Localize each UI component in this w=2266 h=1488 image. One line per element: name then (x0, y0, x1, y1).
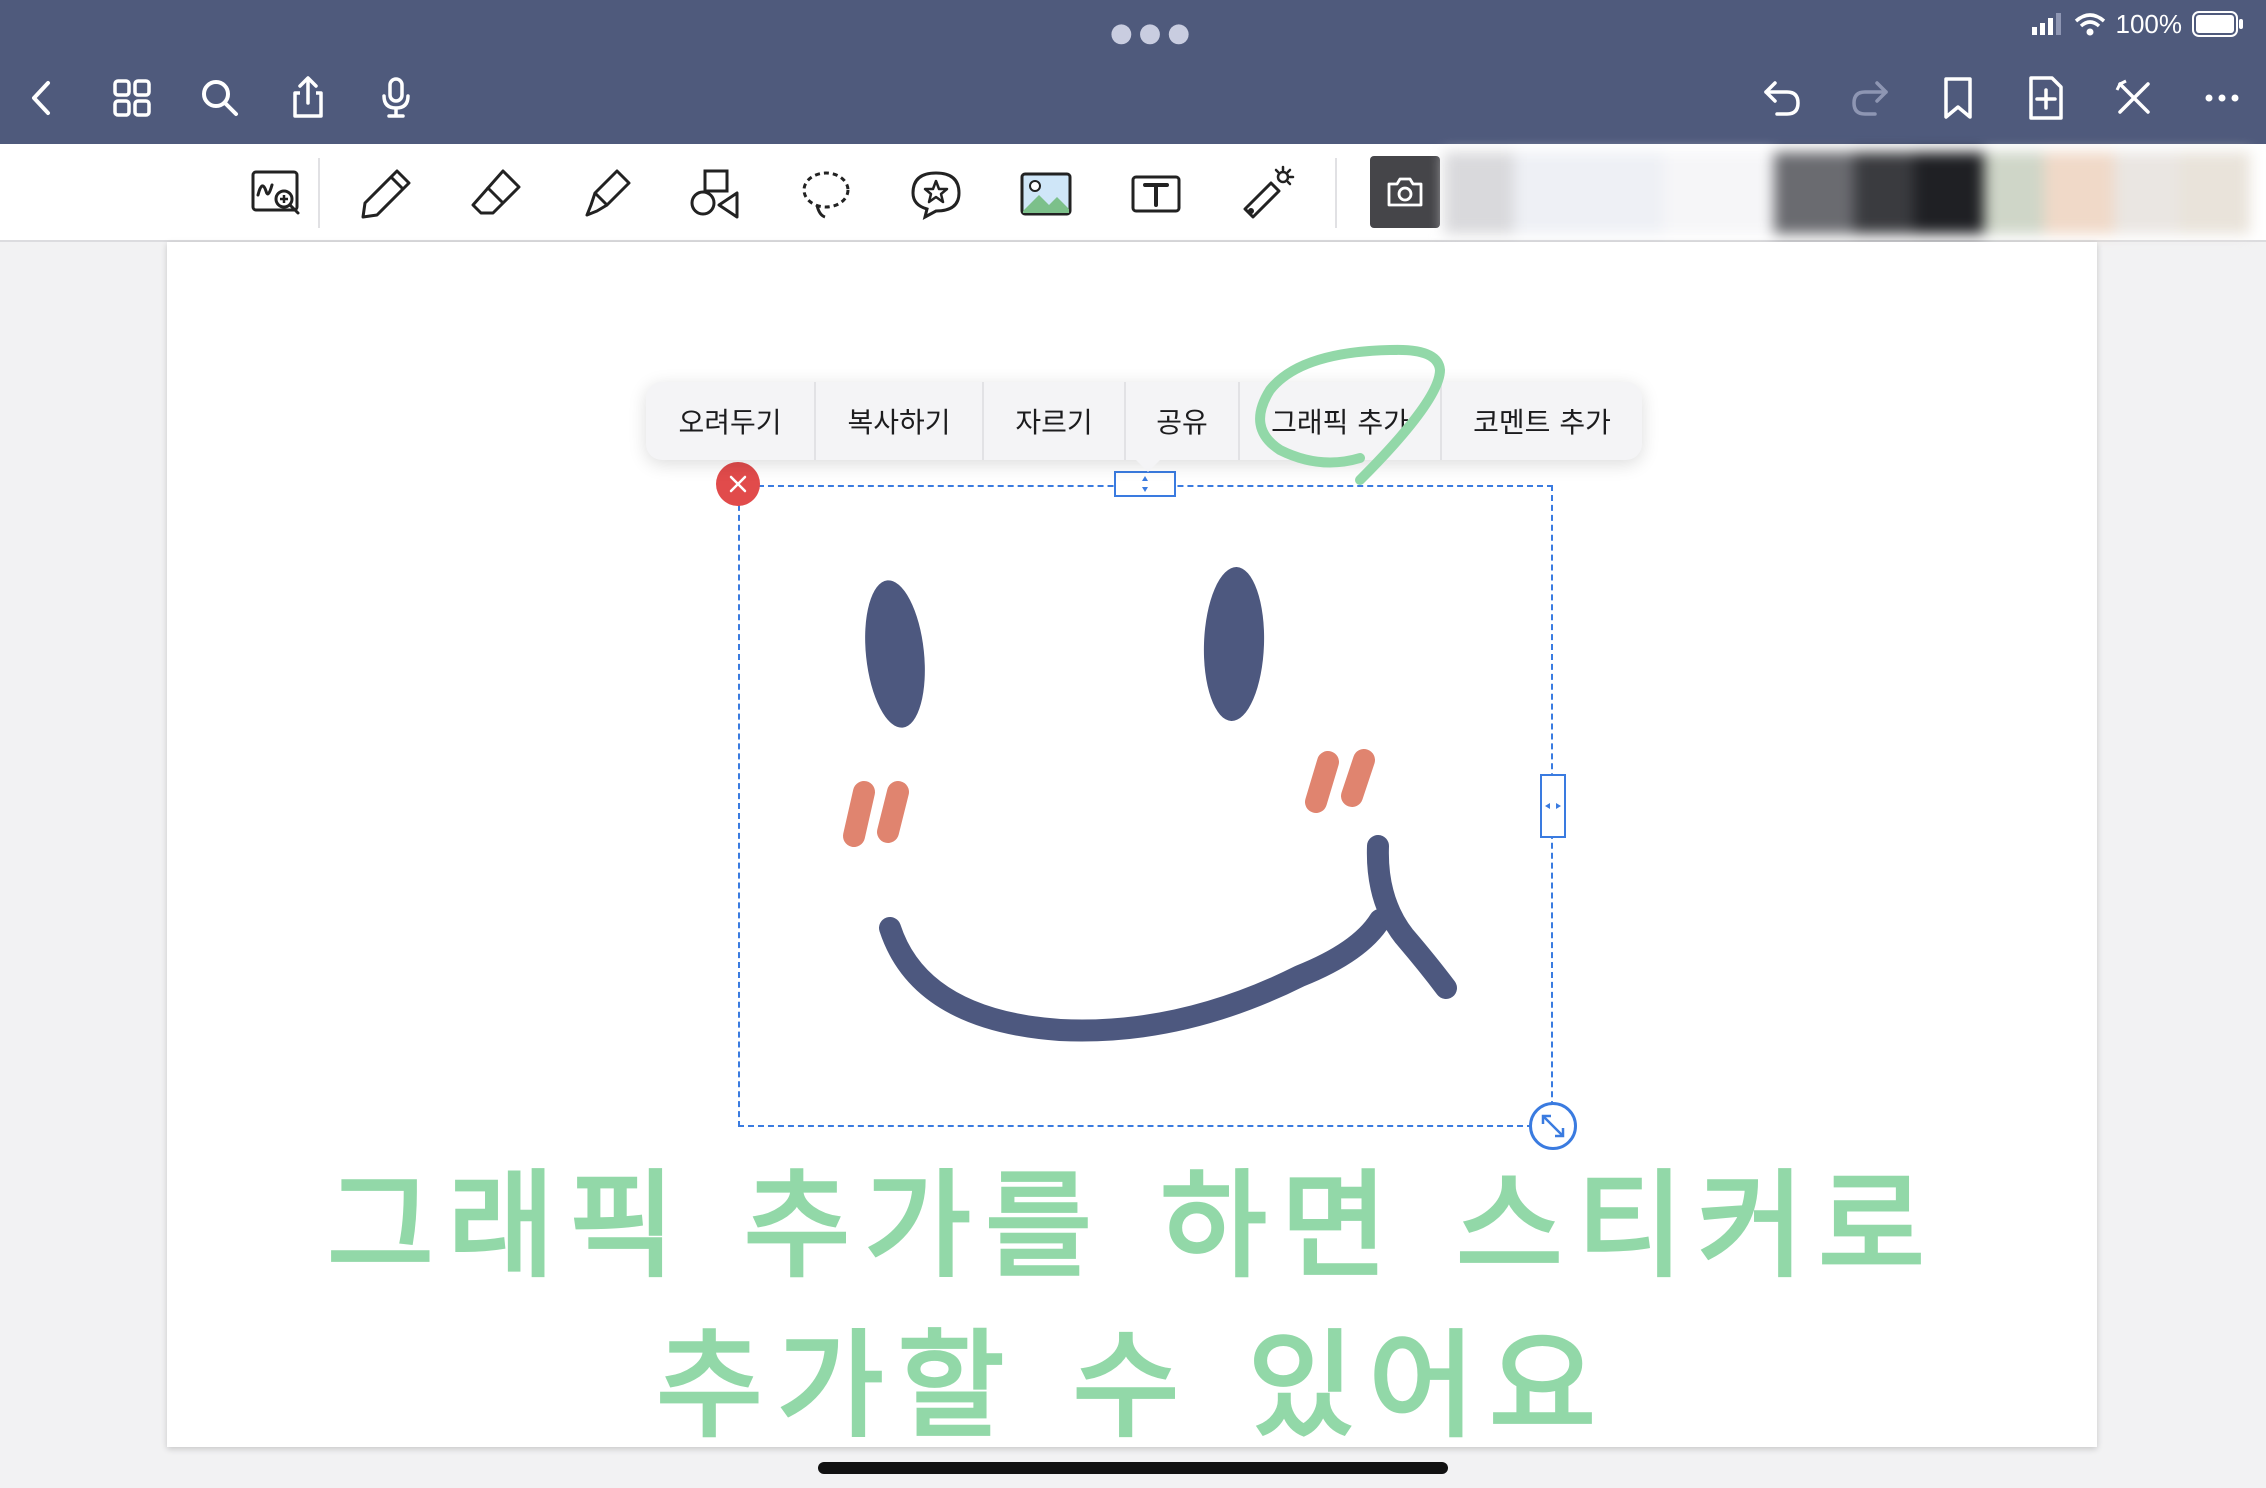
close-edit-icon (2115, 79, 2150, 114)
highlighter-icon (585, 169, 631, 217)
shapes-tool[interactable] (680, 158, 752, 230)
lasso-tool[interactable] (790, 158, 862, 230)
camera-icon (1387, 177, 1423, 207)
thumbnails-button[interactable] (100, 66, 164, 130)
right-eye (1203, 567, 1265, 721)
redo-icon (1852, 81, 1888, 116)
record-button[interactable] (364, 66, 428, 130)
sticker-icon (911, 171, 961, 220)
context-menu-pointer (1132, 456, 1164, 472)
share-icon (293, 76, 323, 118)
close-icon (729, 475, 747, 493)
edit-mode-button[interactable] (2102, 66, 2166, 130)
status-bar: 100% (2031, 8, 2245, 40)
smile-mouth (879, 909, 1391, 1042)
left-blush-mark (877, 781, 909, 843)
add-page-icon (2029, 76, 2063, 120)
add-page-button[interactable] (2014, 66, 2078, 130)
menu-item-add-comment[interactable]: 코멘트 추가 (1442, 382, 1642, 460)
image-icon (1020, 172, 1072, 216)
pen-tool[interactable] (350, 158, 422, 230)
highlighter-tool[interactable] (570, 158, 642, 230)
share-button[interactable] (276, 66, 340, 130)
microphone-icon (382, 77, 410, 118)
top-resize-handle[interactable] (1114, 471, 1176, 497)
eraser-icon (471, 169, 521, 215)
eraser-tool[interactable] (460, 158, 532, 230)
menu-item-crop[interactable]: 자르기 (984, 382, 1126, 460)
right-blush-mark (1305, 751, 1339, 813)
horizontal-resize-icon (1545, 803, 1561, 809)
menu-item-share[interactable]: 공유 (1126, 382, 1240, 460)
menu-item-copy[interactable]: 복사하기 (816, 382, 984, 460)
image-tool[interactable] (1010, 158, 1082, 230)
toolbar-divider (1335, 158, 1337, 228)
bookmark-icon (1944, 77, 1972, 119)
wifi-icon (2074, 13, 2105, 36)
zoom-writing-tool[interactable] (241, 158, 313, 230)
camera-button[interactable] (1370, 156, 1440, 228)
more-icon (2205, 94, 2239, 102)
left-blush-mark (843, 781, 875, 847)
left-eye (865, 580, 925, 728)
multitasking-dots-icon[interactable]: ●●● (1110, 18, 1196, 48)
sticker-tool[interactable] (900, 158, 972, 230)
vertical-resize-icon (1142, 476, 1148, 492)
laser-pointer-icon (1243, 165, 1295, 219)
right-blush-mark (1341, 749, 1375, 807)
search-button[interactable] (188, 66, 252, 130)
smile-dimple (1366, 835, 1457, 999)
context-menu: 오려두기 복사하기 자르기 공유 그래픽 추가 코멘트 추가 (646, 382, 1642, 460)
more-button[interactable] (2190, 66, 2254, 130)
search-icon (202, 80, 238, 116)
back-icon (32, 81, 50, 115)
back-button[interactable] (10, 66, 74, 130)
battery-percent: 100% (2115, 8, 2183, 39)
pen-icon (361, 169, 411, 219)
menu-item-cut[interactable]: 오려두기 (646, 382, 816, 460)
cellular-signal-icon (2031, 13, 2061, 35)
highlight-circle-annotation (1255, 344, 1446, 485)
recent-photos-strip[interactable] (1444, 152, 2250, 234)
undo-button[interactable] (1750, 66, 1814, 130)
undo-icon (1764, 81, 1800, 116)
caption-line-2: 추가할 수 있어요 (656, 1319, 1610, 1454)
zoom-writing-icon (251, 170, 300, 215)
toolbar-divider (318, 158, 320, 228)
home-indicator[interactable] (818, 1462, 1448, 1474)
delete-selection-button[interactable] (716, 462, 760, 506)
shapes-icon (690, 169, 739, 219)
side-resize-handle[interactable] (1540, 774, 1566, 838)
text-tool[interactable] (1120, 158, 1192, 230)
bookmark-button[interactable] (1926, 66, 1990, 130)
grid-icon (113, 79, 151, 117)
redo-button[interactable] (1838, 66, 1902, 130)
laser-pointer-tool[interactable] (1230, 158, 1302, 230)
battery-icon (2192, 11, 2243, 37)
caption-line-1: 그래픽 추가를 하면 스티커로 (327, 1159, 1939, 1294)
navigation-bar: ●●● 100% (0, 0, 2266, 144)
smiley-sticker-image (843, 567, 1457, 1042)
text-icon (1131, 175, 1181, 213)
lasso-icon (802, 171, 850, 219)
